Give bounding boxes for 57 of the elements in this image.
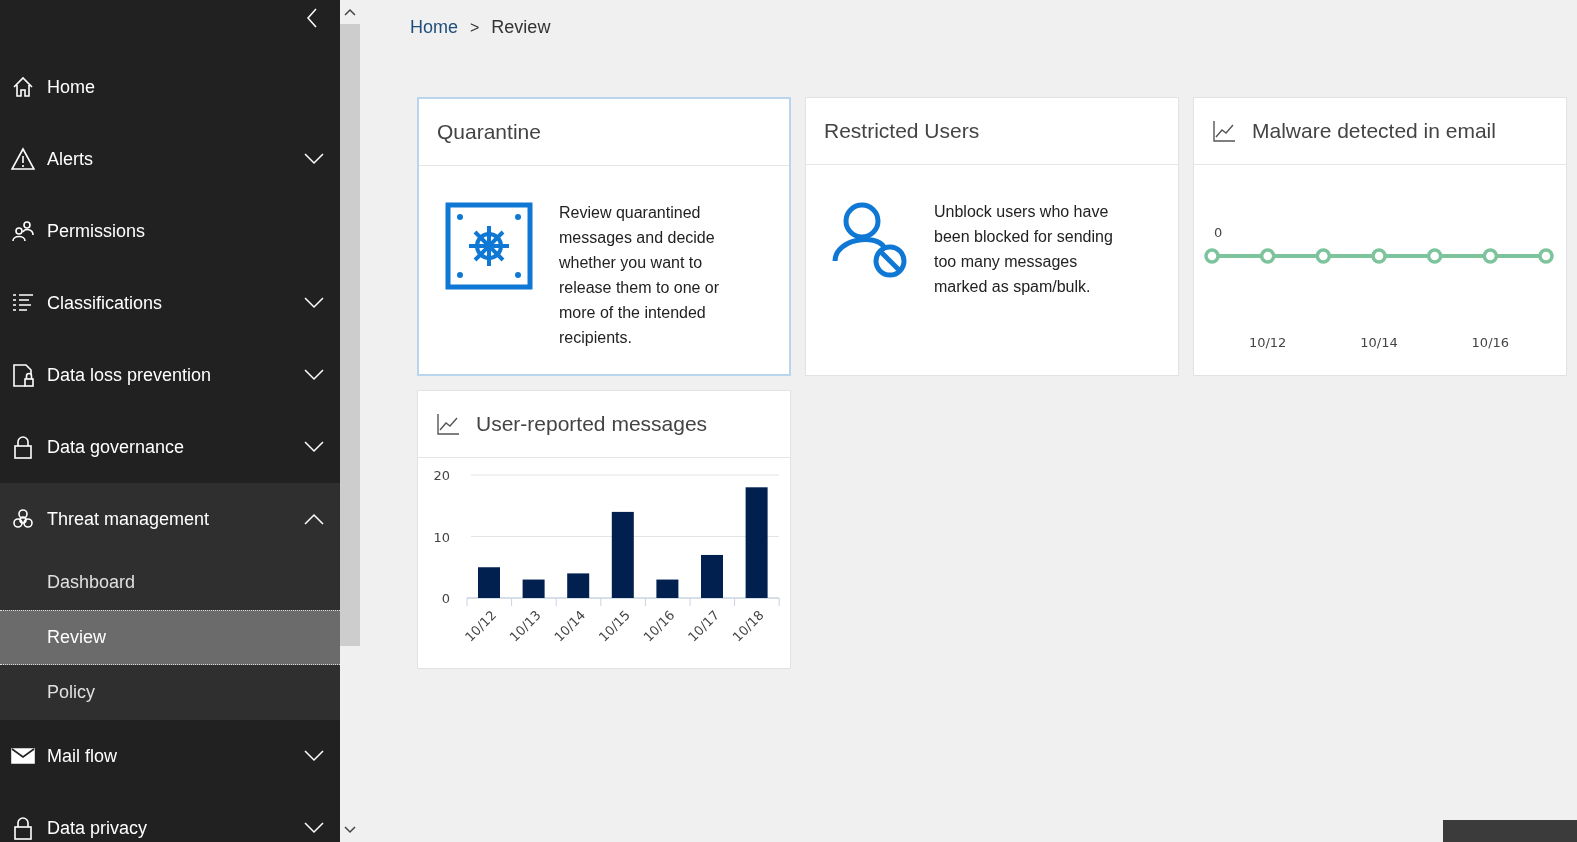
nav-item[interactable]: Mail flow [0, 720, 340, 792]
home-icon [11, 75, 35, 99]
y-axis-label: 10 [433, 529, 450, 545]
nav-item[interactable]: Alerts [0, 123, 340, 195]
collapse-chevron-icon[interactable] [306, 8, 318, 28]
x-axis-label: 10/14 [1360, 335, 1398, 350]
breadcrumb-current: Review [491, 17, 551, 38]
bar [478, 567, 500, 598]
x-axis-label: 10/16 [1471, 335, 1510, 350]
card-title: Restricted Users [824, 119, 980, 143]
card-title: Quarantine [437, 120, 541, 144]
nav-subitem[interactable]: Dashboard [0, 555, 340, 610]
card-description: Review quarantined messages and decide whether you want to release them to one or more of the intended recipients. [559, 203, 721, 348]
vault-icon [445, 202, 533, 290]
card[interactable]: Quarantine Review quarantined messages and decide whether you want to release them to one or more of the intended recipients. [417, 97, 791, 376]
card-title: Malware detected in email [1252, 119, 1496, 143]
chart-icon [1212, 120, 1236, 142]
nav-item[interactable]: Data loss prevention [0, 339, 340, 411]
bar [656, 579, 679, 598]
chevron-down-icon[interactable] [304, 153, 324, 165]
nav-item[interactable]: Data governance [0, 411, 340, 483]
chevron-down-icon[interactable] [304, 822, 324, 834]
scroll-up-icon[interactable] [344, 8, 356, 16]
chart-icon [436, 413, 460, 435]
card-description: Unblock users who have been blocked for sending too many messages marked as spam/bulk. [934, 202, 1114, 297]
chevron-down-icon[interactable] [304, 297, 324, 309]
card-title: User-reported messages [476, 412, 708, 436]
scroll-down-icon[interactable] [344, 826, 356, 834]
chevron-down-icon[interactable] [304, 369, 324, 381]
nav-item[interactable]: Permissions [0, 195, 340, 267]
y-axis-label: 0 [441, 591, 450, 606]
y-axis-label: 20 [433, 468, 450, 483]
bar [522, 579, 545, 598]
nav-item[interactable]: Data privacy [0, 792, 340, 842]
chevron-down-icon[interactable] [304, 750, 324, 762]
lock-icon [11, 435, 35, 459]
nav-item[interactable]: Threat management [0, 483, 340, 555]
scrollbar-thumb[interactable] [340, 24, 360, 646]
people-icon [11, 219, 35, 243]
breadcrumb-link[interactable]: Home [410, 17, 458, 38]
chevron-down-icon[interactable] [304, 441, 324, 453]
chevron-up-icon[interactable] [304, 513, 324, 525]
nav-subitem[interactable]: Review [0, 610, 340, 665]
bar [567, 573, 590, 598]
biohazard-icon [11, 507, 35, 531]
nav-item[interactable]: Classifications [0, 267, 340, 339]
lock-icon [11, 816, 35, 840]
card[interactable]: Restricted Users Unblock users who have been blocked for sending too many messages marked as spam/bulk. [805, 97, 1179, 376]
bar [701, 554, 723, 598]
card[interactable]: Malware detected in email 0 10/12 10/14 10/16 [1193, 97, 1567, 376]
x-axis-label: 10/12 [1248, 335, 1287, 350]
nav-item[interactable]: Home [0, 51, 340, 123]
y-axis-label: 0 [1214, 225, 1223, 240]
warning-icon [11, 147, 35, 171]
nav-subitem[interactable]: Policy [0, 665, 340, 720]
locked-document-icon [11, 363, 35, 387]
breadcrumb-separator: > [470, 18, 480, 37]
